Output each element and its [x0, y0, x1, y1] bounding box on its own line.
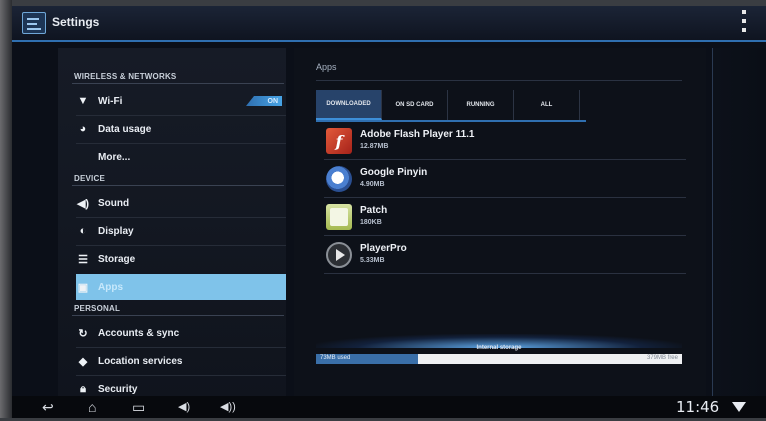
- tab-all[interactable]: ALL: [514, 90, 580, 120]
- sidebar-item-more[interactable]: More...: [76, 144, 286, 170]
- sidebar-item-sound[interactable]: ◀) Sound: [76, 190, 286, 216]
- more-spacer: [76, 150, 90, 164]
- settings-app-icon[interactable]: [22, 12, 46, 34]
- storage-bar: 73MB used 379MB free: [316, 354, 682, 364]
- action-bar: Settings: [12, 6, 766, 42]
- tab-running[interactable]: RUNNING: [448, 90, 514, 120]
- home-icon[interactable]: ⌂: [88, 399, 96, 415]
- sidebar-item-storage[interactable]: ☰ Storage: [76, 246, 286, 272]
- settings-headers: WIRELESS & NETWORKS ▼ Wi-Fi ON ◕ Data us…: [58, 48, 286, 402]
- apps-tab-bar: DOWNLOADED ON SD CARD RUNNING ALL: [316, 90, 586, 120]
- row-divider: [324, 273, 686, 274]
- app-name: Google Pinyin: [360, 167, 428, 178]
- sidebar-item-label: Security: [98, 383, 138, 395]
- lock-icon: 🔒︎: [80, 382, 86, 395]
- pane-title: Apps: [316, 62, 337, 72]
- section-header-wireless: WIRELESS & NETWORKS: [74, 72, 177, 81]
- volume-down-icon[interactable]: ◀): [178, 399, 190, 415]
- row-divider: [324, 159, 686, 160]
- system-bar: ↩ ⌂ ▭ ◀) ◀)) 11:46: [12, 396, 766, 418]
- app-name: PlayerPro: [360, 243, 407, 254]
- storage-label: Internal storage: [476, 345, 522, 351]
- section-divider: [72, 185, 284, 186]
- sync-icon: ↻: [78, 327, 88, 340]
- tab-downloaded[interactable]: DOWNLOADED: [316, 90, 382, 120]
- storage-used-text: 73MB used: [320, 355, 351, 361]
- location-icon: ◆: [78, 355, 88, 368]
- sidebar-item-data-usage[interactable]: ◕ Data usage: [76, 116, 286, 142]
- app-name: Adobe Flash Player 11.1: [360, 129, 475, 140]
- sidebar-item-accounts-sync[interactable]: ↻ Accounts & sync: [76, 320, 286, 346]
- recent-apps-icon[interactable]: ▭: [132, 399, 145, 415]
- sidebar-item-label: Data usage: [98, 123, 152, 135]
- sidebar-item-label: Storage: [98, 253, 136, 265]
- volume-up-icon[interactable]: ◀)): [220, 399, 236, 415]
- list-item-playerpro[interactable]: PlayerPro 5.33MB: [324, 238, 686, 272]
- sidebar-item-label: More...: [98, 151, 131, 163]
- list-item-patch[interactable]: Patch 180KB: [324, 200, 686, 234]
- section-divider: [72, 315, 284, 316]
- tab-on-sd-card[interactable]: ON SD CARD: [382, 90, 448, 120]
- sidebar-item-label: Apps: [98, 281, 123, 293]
- sidebar-item-label: Location services: [98, 355, 183, 367]
- sidebar-item-location[interactable]: ◆ Location services: [76, 348, 286, 374]
- page-title: Settings: [52, 15, 100, 29]
- list-item-adobe-flash[interactable]: f Adobe Flash Player 11.1 12.87MB: [324, 124, 686, 158]
- section-header-device: DEVICE: [74, 174, 105, 183]
- speaker-icon: ◀): [76, 197, 90, 210]
- pane-title-divider: [316, 80, 682, 81]
- apps-icon: ▣: [77, 281, 89, 294]
- overflow-menu-icon[interactable]: [740, 10, 748, 32]
- sidebar-item-label: Sound: [98, 197, 130, 209]
- storage-free-text: 379MB free: [646, 355, 678, 361]
- pinyin-app-icon: [326, 166, 352, 192]
- device-screen: Settings WIRELESS & NETWORKS ▼ Wi-Fi ON …: [12, 6, 766, 418]
- sidebar-item-apps[interactable]: ▣ Apps: [76, 274, 286, 300]
- sidebar-item-label: Display: [98, 225, 134, 237]
- device-bezel-left: [0, 0, 12, 421]
- section-header-personal: PERSONAL: [74, 304, 121, 313]
- data-usage-icon: ◕: [79, 123, 87, 135]
- display-icon: ◐: [79, 225, 87, 237]
- patch-app-icon: [326, 204, 352, 230]
- clock: 11:46: [676, 398, 720, 416]
- sidebar-item-label: Wi-Fi: [98, 95, 123, 107]
- app-size: 5.33MB: [360, 257, 385, 264]
- sidebar-item-display[interactable]: ◐ Display: [76, 218, 286, 244]
- list-item-google-pinyin[interactable]: Google Pinyin 4.90MB: [324, 162, 686, 196]
- wifi-icon: ▼: [77, 95, 89, 107]
- app-name: Patch: [360, 205, 388, 216]
- row-divider: [324, 235, 686, 236]
- app-size: 4.90MB: [360, 181, 385, 188]
- section-divider: [72, 83, 284, 84]
- storage-icon: ☰: [78, 253, 88, 266]
- sidebar-item-label: Accounts & sync: [98, 327, 180, 339]
- flash-app-icon: f: [326, 128, 352, 154]
- wifi-status-icon: [732, 402, 746, 412]
- back-icon[interactable]: ↩: [42, 399, 54, 415]
- screen-edge-panel: [712, 48, 766, 402]
- playerpro-app-icon: [326, 242, 352, 268]
- app-size: 12.87MB: [360, 143, 389, 150]
- apps-pane: Apps DOWNLOADED ON SD CARD RUNNING ALL f…: [294, 48, 706, 402]
- app-size: 180KB: [360, 219, 382, 226]
- row-divider: [324, 197, 686, 198]
- tab-indicator-line: [316, 120, 586, 122]
